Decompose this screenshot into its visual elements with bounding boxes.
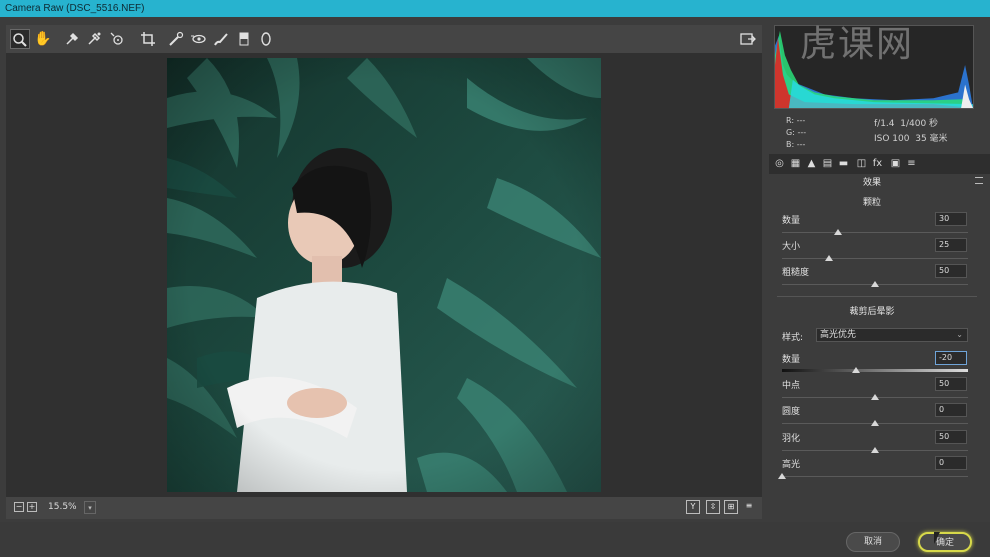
vignette-feather-value[interactable]: 50 [935, 430, 967, 444]
color-sampler-icon[interactable] [84, 29, 104, 49]
g-value: --- [797, 128, 807, 137]
photo-preview [167, 58, 601, 492]
grain-amount-value[interactable]: 30 [935, 212, 967, 226]
before-after-toggle-button[interactable]: Y [686, 500, 700, 514]
white-balance-icon[interactable] [62, 29, 82, 49]
focal-length: 35 毫米 [915, 134, 948, 144]
view-settings-button[interactable]: ≡ [742, 500, 756, 514]
vignette-midpoint-thumb[interactable] [871, 394, 879, 400]
dialog-footer: 取消 确定 [0, 522, 990, 557]
grain-size-thumb[interactable] [825, 255, 833, 261]
b-label: B: [786, 140, 795, 149]
swap-settings-button[interactable]: ⇳ [706, 500, 720, 514]
effects-tab-icon[interactable]: fx [871, 157, 884, 170]
vignette-roundness-label: 圆度 [782, 407, 801, 417]
zoom-icon[interactable] [10, 29, 30, 49]
grain-roughness-label: 粗糙度 [782, 268, 810, 278]
vignette-roundness-value[interactable]: 0 [935, 403, 967, 417]
presets-tab-icon[interactable]: ≡ [905, 157, 918, 170]
vignette-style-select[interactable]: 高光优先 ⌄ [816, 328, 968, 342]
chevron-down-icon: ⌄ [956, 330, 963, 339]
adjustments-panel: R: --- G: --- B: --- f/1.4 1/400 秒 ISO 1… [769, 17, 990, 522]
detail-tab-icon[interactable]: ▲ [805, 157, 818, 170]
tool-bar: ✋ [6, 25, 762, 53]
zoom-out-button[interactable]: − [14, 502, 24, 512]
radial-filter-icon[interactable] [256, 29, 276, 49]
vignette-midpoint-label: 中点 [782, 381, 801, 391]
vignette-roundness-thumb[interactable] [871, 420, 879, 426]
r-value: --- [796, 116, 806, 125]
grain-amount-label: 数量 [782, 216, 801, 226]
vignette-amount-thumb[interactable] [852, 367, 860, 373]
r-label: R: [786, 116, 795, 125]
grain-title: 颗粒 [862, 198, 881, 208]
hand-icon[interactable]: ✋ [33, 29, 53, 49]
g-label: G: [786, 128, 795, 137]
panel-menu-icon[interactable] [975, 177, 983, 184]
grain-roughness-value[interactable]: 50 [935, 264, 967, 278]
vignette-amount-label: 数量 [782, 355, 801, 365]
grain-amount-thumb[interactable] [834, 229, 842, 235]
vignette-highlights-slider[interactable] [782, 476, 968, 477]
vignette-highlights-label: 高光 [782, 460, 801, 470]
target-adjust-icon[interactable] [107, 29, 127, 49]
watermark-logo: 虎课网 [800, 24, 915, 65]
grain-size-label: 大小 [782, 242, 801, 252]
vignette-style-label: 样式: [782, 333, 804, 343]
grain-size-value[interactable]: 25 [935, 238, 967, 252]
lens-corrections-tab-icon[interactable]: ◫ [855, 157, 868, 170]
split-toning-tab-icon[interactable]: ▬ [837, 157, 850, 170]
hsl-tab-icon[interactable]: ▤ [821, 157, 834, 170]
camera-raw-window: ✋ − + 15.5% ▾ Y ⇳ ⊞ ≡ R: --- G: --- B: -… [0, 17, 990, 557]
vignette-midpoint-value[interactable]: 50 [935, 377, 967, 391]
camera-calibration-tab-icon[interactable]: ▣ [889, 157, 902, 170]
panel-title: 效果 [862, 178, 881, 188]
grain-roughness-thumb[interactable] [871, 281, 879, 287]
iso: ISO 100 [874, 134, 910, 144]
vignette-amount-value[interactable]: -20 [935, 351, 967, 365]
vignette-feather-label: 羽化 [782, 434, 801, 444]
open-preferences-icon[interactable] [738, 29, 758, 49]
panel-tabs: ◎ ▦ ▲ ▤ ▬ ◫ fx ▣ ≡ [769, 154, 990, 174]
b-value: --- [796, 140, 806, 149]
aperture: f/1.4 [874, 119, 895, 129]
status-bar: − + 15.5% ▾ Y ⇳ ⊞ ≡ [6, 497, 762, 519]
ok-button[interactable]: 确定 [918, 532, 972, 552]
vignette-style-value: 高光优先 [820, 330, 857, 340]
mouse-cursor-icon [934, 532, 940, 544]
shutter-speed: 1/400 秒 [900, 119, 939, 129]
grain-size-slider[interactable] [782, 258, 968, 259]
zoom-in-button[interactable]: + [27, 502, 37, 512]
vignette-title: 裁剪后晕影 [849, 307, 895, 317]
graduated-filter-icon[interactable] [234, 29, 254, 49]
tone-curve-tab-icon[interactable]: ▦ [789, 157, 802, 170]
zoom-level: 15.5% [48, 502, 77, 512]
spot-removal-icon[interactable] [166, 29, 186, 49]
preview-canvas[interactable] [6, 53, 762, 497]
cancel-button[interactable]: 取消 [846, 532, 900, 552]
adjustment-brush-icon[interactable] [211, 29, 231, 49]
camera-info: R: --- G: --- B: --- f/1.4 1/400 秒 ISO 1… [774, 113, 984, 153]
copy-settings-button[interactable]: ⊞ [724, 500, 738, 514]
vignette-highlights-thumb[interactable] [778, 473, 786, 479]
basic-tab-icon[interactable]: ◎ [773, 157, 786, 170]
vignette-amount-slider[interactable] [782, 369, 968, 372]
grain-amount-slider[interactable] [782, 232, 968, 233]
zoom-dropdown[interactable]: ▾ [84, 501, 96, 514]
vignette-highlights-value[interactable]: 0 [935, 456, 967, 470]
red-eye-icon[interactable] [188, 29, 208, 49]
divider [777, 296, 977, 297]
vignette-feather-thumb[interactable] [871, 447, 879, 453]
crop-icon[interactable] [138, 29, 158, 49]
